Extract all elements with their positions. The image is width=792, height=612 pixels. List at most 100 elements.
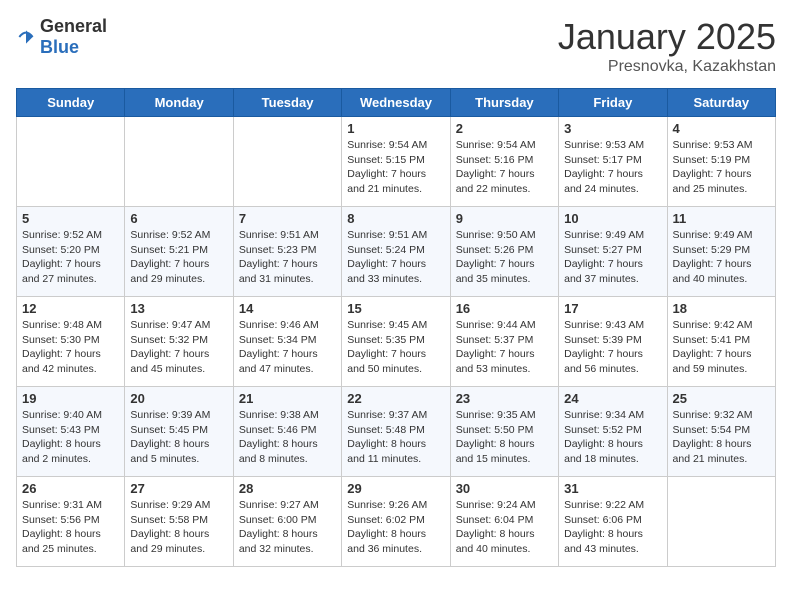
sub-title: Presnovka, Kazakhstan <box>558 58 776 76</box>
calendar-cell: 3 Sunrise: 9:53 AM Sunset: 5:17 PM Daylig… <box>559 117 667 207</box>
calendar-cell: 9 Sunrise: 9:50 AM Sunset: 5:26 PM Daylig… <box>450 207 558 297</box>
day-info: Sunrise: 9:39 AM Sunset: 5:45 PM Dayligh… <box>130 408 227 467</box>
day-info: Sunrise: 9:48 AM Sunset: 5:30 PM Dayligh… <box>22 318 119 377</box>
day-info: Sunrise: 9:52 AM Sunset: 5:20 PM Dayligh… <box>22 228 119 287</box>
day-info: Sunrise: 9:51 AM Sunset: 5:24 PM Dayligh… <box>347 228 444 287</box>
main-title: January 2025 <box>558 16 776 58</box>
day-info: Sunrise: 9:49 AM Sunset: 5:27 PM Dayligh… <box>564 228 661 287</box>
day-info: Sunrise: 9:31 AM Sunset: 5:56 PM Dayligh… <box>22 498 119 557</box>
calendar-cell <box>17 117 125 207</box>
day-info: Sunrise: 9:37 AM Sunset: 5:48 PM Dayligh… <box>347 408 444 467</box>
calendar-cell: 22 Sunrise: 9:37 AM Sunset: 5:48 PM Dayli… <box>342 387 450 477</box>
day-number: 17 <box>564 301 661 316</box>
day-info: Sunrise: 9:42 AM Sunset: 5:41 PM Dayligh… <box>673 318 770 377</box>
day-info: Sunrise: 9:49 AM Sunset: 5:29 PM Dayligh… <box>673 228 770 287</box>
page-header: General Blue January 2025 Presnovka, Kaz… <box>16 16 776 76</box>
day-number: 24 <box>564 391 661 406</box>
calendar-cell: 4 Sunrise: 9:53 AM Sunset: 5:19 PM Daylig… <box>667 117 775 207</box>
day-info: Sunrise: 9:38 AM Sunset: 5:46 PM Dayligh… <box>239 408 336 467</box>
day-number: 5 <box>22 211 119 226</box>
day-number: 8 <box>347 211 444 226</box>
calendar-cell: 8 Sunrise: 9:51 AM Sunset: 5:24 PM Daylig… <box>342 207 450 297</box>
day-number: 12 <box>22 301 119 316</box>
day-number: 15 <box>347 301 444 316</box>
calendar-cell: 19 Sunrise: 9:40 AM Sunset: 5:43 PM Dayli… <box>17 387 125 477</box>
day-number: 18 <box>673 301 770 316</box>
day-number: 29 <box>347 481 444 496</box>
day-info: Sunrise: 9:29 AM Sunset: 5:58 PM Dayligh… <box>130 498 227 557</box>
day-info: Sunrise: 9:45 AM Sunset: 5:35 PM Dayligh… <box>347 318 444 377</box>
day-info: Sunrise: 9:44 AM Sunset: 5:37 PM Dayligh… <box>456 318 553 377</box>
day-info: Sunrise: 9:35 AM Sunset: 5:50 PM Dayligh… <box>456 408 553 467</box>
calendar-cell: 29Sunrise: 9:26 AM Sunset: 6:02 PM Dayli… <box>342 477 450 567</box>
calendar-cell: 18 Sunrise: 9:42 AM Sunset: 5:41 PM Dayli… <box>667 297 775 387</box>
calendar-cell: 2 Sunrise: 9:54 AM Sunset: 5:16 PM Daylig… <box>450 117 558 207</box>
logo-blue: Blue <box>40 37 79 57</box>
day-number: 27 <box>130 481 227 496</box>
calendar-cell <box>233 117 341 207</box>
calendar-cell <box>667 477 775 567</box>
calendar-cell: 5 Sunrise: 9:52 AM Sunset: 5:20 PM Daylig… <box>17 207 125 297</box>
day-info: Sunrise: 9:27 AM Sunset: 6:00 PM Dayligh… <box>239 498 336 557</box>
calendar-cell: 24 Sunrise: 9:34 AM Sunset: 5:52 PM Dayli… <box>559 387 667 477</box>
day-info: Sunrise: 9:53 AM Sunset: 5:17 PM Dayligh… <box>564 138 661 197</box>
day-number: 4 <box>673 121 770 136</box>
day-info: Sunrise: 9:43 AM Sunset: 5:39 PM Dayligh… <box>564 318 661 377</box>
day-number: 23 <box>456 391 553 406</box>
day-info: Sunrise: 9:54 AM Sunset: 5:16 PM Dayligh… <box>456 138 553 197</box>
day-number: 25 <box>673 391 770 406</box>
weekday-header-sunday: Sunday <box>17 89 125 117</box>
weekday-header-friday: Friday <box>559 89 667 117</box>
logo-icon <box>16 27 36 47</box>
day-number: 26 <box>22 481 119 496</box>
calendar-cell: 15 Sunrise: 9:45 AM Sunset: 5:35 PM Dayli… <box>342 297 450 387</box>
day-number: 6 <box>130 211 227 226</box>
calendar-cell: 20 Sunrise: 9:39 AM Sunset: 5:45 PM Dayli… <box>125 387 233 477</box>
weekday-header-thursday: Thursday <box>450 89 558 117</box>
calendar-cell: 31Sunrise: 9:22 AM Sunset: 6:06 PM Dayli… <box>559 477 667 567</box>
day-number: 30 <box>456 481 553 496</box>
day-info: Sunrise: 9:40 AM Sunset: 5:43 PM Dayligh… <box>22 408 119 467</box>
calendar-cell: 21 Sunrise: 9:38 AM Sunset: 5:46 PM Dayli… <box>233 387 341 477</box>
day-number: 1 <box>347 121 444 136</box>
calendar-cell: 25Sunrise: 9:32 AM Sunset: 5:54 PM Dayli… <box>667 387 775 477</box>
day-number: 10 <box>564 211 661 226</box>
calendar-cell: 16Sunrise: 9:44 AM Sunset: 5:37 PM Dayli… <box>450 297 558 387</box>
calendar-cell: 10 Sunrise: 9:49 AM Sunset: 5:27 PM Dayli… <box>559 207 667 297</box>
title-block: January 2025 Presnovka, Kazakhstan <box>558 16 776 76</box>
calendar-table: SundayMondayTuesdayWednesdayThursdayFrid… <box>16 88 776 567</box>
day-number: 14 <box>239 301 336 316</box>
calendar-cell: 28 Sunrise: 9:27 AM Sunset: 6:00 PM Dayli… <box>233 477 341 567</box>
day-info: Sunrise: 9:24 AM Sunset: 6:04 PM Dayligh… <box>456 498 553 557</box>
day-info: Sunrise: 9:54 AM Sunset: 5:15 PM Dayligh… <box>347 138 444 197</box>
calendar-cell: 7 Sunrise: 9:51 AM Sunset: 5:23 PM Daylig… <box>233 207 341 297</box>
day-number: 9 <box>456 211 553 226</box>
day-info: Sunrise: 9:22 AM Sunset: 6:06 PM Dayligh… <box>564 498 661 557</box>
day-number: 19 <box>22 391 119 406</box>
day-number: 3 <box>564 121 661 136</box>
day-info: Sunrise: 9:53 AM Sunset: 5:19 PM Dayligh… <box>673 138 770 197</box>
day-number: 13 <box>130 301 227 316</box>
day-number: 2 <box>456 121 553 136</box>
calendar-cell <box>125 117 233 207</box>
day-number: 28 <box>239 481 336 496</box>
calendar-cell: 6 Sunrise: 9:52 AM Sunset: 5:21 PM Daylig… <box>125 207 233 297</box>
day-number: 7 <box>239 211 336 226</box>
calendar-cell: 12 Sunrise: 9:48 AM Sunset: 5:30 PM Dayli… <box>17 297 125 387</box>
calendar-cell: 27 Sunrise: 9:29 AM Sunset: 5:58 PM Dayli… <box>125 477 233 567</box>
day-number: 11 <box>673 211 770 226</box>
day-info: Sunrise: 9:47 AM Sunset: 5:32 PM Dayligh… <box>130 318 227 377</box>
day-number: 22 <box>347 391 444 406</box>
day-info: Sunrise: 9:34 AM Sunset: 5:52 PM Dayligh… <box>564 408 661 467</box>
weekday-header-tuesday: Tuesday <box>233 89 341 117</box>
day-number: 21 <box>239 391 336 406</box>
day-info: Sunrise: 9:46 AM Sunset: 5:34 PM Dayligh… <box>239 318 336 377</box>
day-number: 20 <box>130 391 227 406</box>
calendar-cell: 30 Sunrise: 9:24 AM Sunset: 6:04 PM Dayli… <box>450 477 558 567</box>
day-info: Sunrise: 9:50 AM Sunset: 5:26 PM Dayligh… <box>456 228 553 287</box>
calendar-cell: 11 Sunrise: 9:49 AM Sunset: 5:29 PM Dayli… <box>667 207 775 297</box>
day-info: Sunrise: 9:52 AM Sunset: 5:21 PM Dayligh… <box>130 228 227 287</box>
calendar-cell: 1 Sunrise: 9:54 AM Sunset: 5:15 PM Daylig… <box>342 117 450 207</box>
calendar-cell: 17 Sunrise: 9:43 AM Sunset: 5:39 PM Dayli… <box>559 297 667 387</box>
day-info: Sunrise: 9:51 AM Sunset: 5:23 PM Dayligh… <box>239 228 336 287</box>
